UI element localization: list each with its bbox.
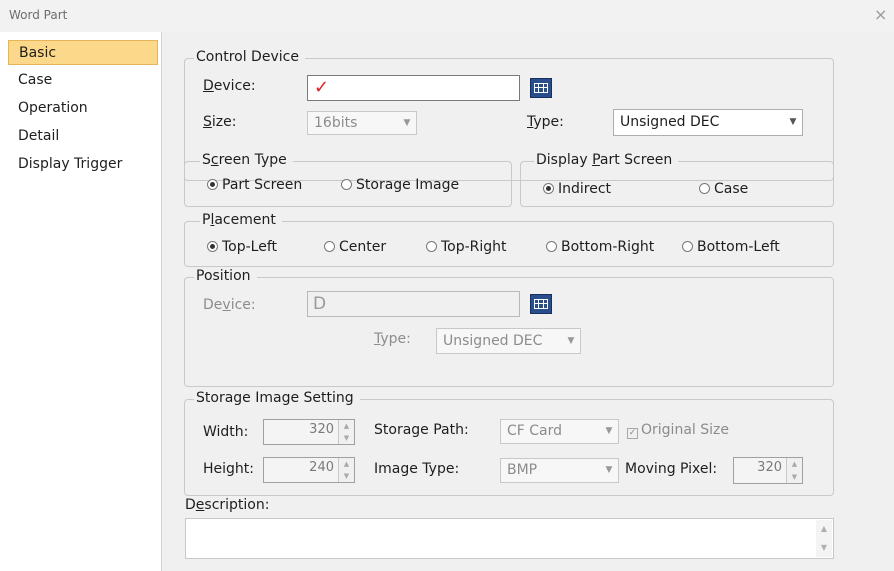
chevron-down-icon: ▼ — [605, 465, 613, 475]
check-mark-icon: ✓ — [314, 77, 330, 98]
sidebar-item-detail[interactable]: Detail — [8, 124, 158, 149]
radio-top-right[interactable]: Top-Right — [426, 238, 507, 256]
description-scrollbar[interactable]: ▲ ▼ — [816, 520, 832, 557]
position-type-label: Type: — [374, 331, 411, 347]
moving-pixel-spinner[interactable]: 320 ▲ ▼ — [733, 457, 803, 484]
radio-dot-icon — [207, 241, 218, 252]
table-icon — [534, 299, 548, 309]
position-device-input[interactable]: D — [307, 291, 520, 317]
chevron-down-icon: ▼ — [605, 426, 613, 436]
radio-dot-icon — [543, 183, 554, 194]
height-value: 240 — [309, 460, 334, 475]
placement-title: Placement — [200, 212, 282, 228]
width-value: 320 — [309, 422, 334, 437]
arrow-down-icon: ▼ — [343, 434, 350, 442]
spinner-buttons[interactable]: ▲ ▼ — [338, 420, 354, 444]
moving-pixel-label: Moving Pixel: — [625, 461, 718, 477]
table-icon — [534, 83, 548, 93]
arrow-up-icon: ▲ — [791, 460, 798, 468]
radio-case[interactable]: Case — [699, 180, 748, 198]
radio-bottom-left[interactable]: Bottom-Left — [682, 238, 780, 256]
image-type-label: Image Type: — [374, 461, 460, 477]
width-label: Width: — [203, 424, 249, 440]
display-part-screen-title: Display Part Screen — [534, 152, 679, 168]
sidebar-item-operation[interactable]: Operation — [8, 96, 158, 121]
size-select-value: 16bits — [314, 115, 358, 131]
radio-storage-image[interactable]: Storage Image — [341, 176, 459, 194]
image-type-select[interactable]: BMP ▼ — [500, 458, 619, 483]
radio-bottom-right[interactable]: Bottom-Right — [546, 238, 654, 256]
arrow-up-icon: ▲ — [343, 422, 350, 430]
device-input[interactable]: ✓ — [307, 75, 520, 101]
radio-dot-icon — [324, 241, 335, 252]
description-textarea[interactable]: ▲ ▼ — [185, 518, 834, 559]
position-device-browse-button[interactable] — [530, 294, 552, 314]
sidebar-item-basic[interactable]: Basic — [8, 40, 158, 65]
chevron-down-icon: ▼ — [789, 117, 797, 127]
original-size-checkbox[interactable]: ✓ Original Size — [627, 421, 729, 439]
sidebar-item-display-trigger[interactable]: Display Trigger — [8, 152, 158, 177]
radio-indirect[interactable]: Indirect — [543, 180, 611, 198]
width-spinner[interactable]: 320 ▲ ▼ — [263, 419, 355, 445]
radio-center[interactable]: Center — [324, 238, 386, 256]
chevron-down-icon: ▼ — [567, 336, 575, 346]
radio-dot-icon — [341, 179, 352, 190]
storage-path-label: Storage Path: — [374, 422, 469, 438]
screen-type-title: Screen Type — [200, 152, 293, 168]
type-label: Type: — [527, 114, 564, 130]
control-device-title: Control Device — [194, 49, 305, 65]
radio-dot-icon — [207, 179, 218, 190]
size-select[interactable]: 16bits ▼ — [307, 111, 417, 135]
type-select[interactable]: Unsigned DEC ▼ — [613, 109, 803, 136]
position-title: Position — [194, 268, 257, 284]
radio-dot-icon — [682, 241, 693, 252]
arrow-down-icon: ▼ — [820, 542, 828, 552]
device-browse-button[interactable] — [530, 78, 552, 98]
spinner-buttons[interactable]: ▲ ▼ — [338, 458, 354, 482]
arrow-down-icon: ▼ — [343, 472, 350, 480]
main-panel: Control Device Device: ✓ Size: 16bits ▼ … — [162, 32, 894, 571]
radio-part-screen[interactable]: Part Screen — [207, 176, 302, 194]
window-title: Word Part — [9, 8, 68, 22]
storage-path-value: CF Card — [507, 423, 563, 439]
position-type-select[interactable]: Unsigned DEC ▼ — [436, 328, 581, 354]
chevron-down-icon: ▼ — [403, 118, 411, 128]
sidebar-item-case[interactable]: Case — [8, 68, 158, 93]
radio-dot-icon — [699, 183, 710, 194]
arrow-down-icon: ▼ — [791, 472, 798, 481]
radio-dot-icon — [546, 241, 557, 252]
position-device-label: Device: — [203, 297, 256, 313]
spinner-buttons[interactable]: ▲ ▼ — [786, 458, 802, 483]
position-type-value: Unsigned DEC — [443, 333, 543, 349]
arrow-up-icon: ▲ — [820, 524, 828, 533]
radio-dot-icon — [426, 241, 437, 252]
close-icon[interactable]: × — [874, 5, 887, 24]
image-type-value: BMP — [507, 462, 538, 478]
storage-path-select[interactable]: CF Card ▼ — [500, 419, 619, 444]
type-select-value: Unsigned DEC — [620, 114, 720, 130]
storage-image-setting-title: Storage Image Setting — [194, 390, 360, 406]
position-device-value: D — [313, 294, 327, 314]
arrow-up-icon: ▲ — [343, 460, 350, 468]
checkbox-check-icon: ✓ — [627, 428, 638, 439]
title-bar: Word Part × — [0, 0, 894, 32]
moving-pixel-value: 320 — [757, 460, 782, 475]
sidebar: Basic Case Operation Detail Display Trig… — [0, 32, 162, 571]
height-spinner[interactable]: 240 ▲ ▼ — [263, 457, 355, 483]
radio-top-left[interactable]: Top-Left — [207, 238, 277, 256]
size-label: Size: — [203, 114, 237, 130]
device-label: Device: — [203, 78, 256, 94]
height-label: Height: — [203, 461, 254, 477]
description-label: Description: — [185, 497, 270, 513]
